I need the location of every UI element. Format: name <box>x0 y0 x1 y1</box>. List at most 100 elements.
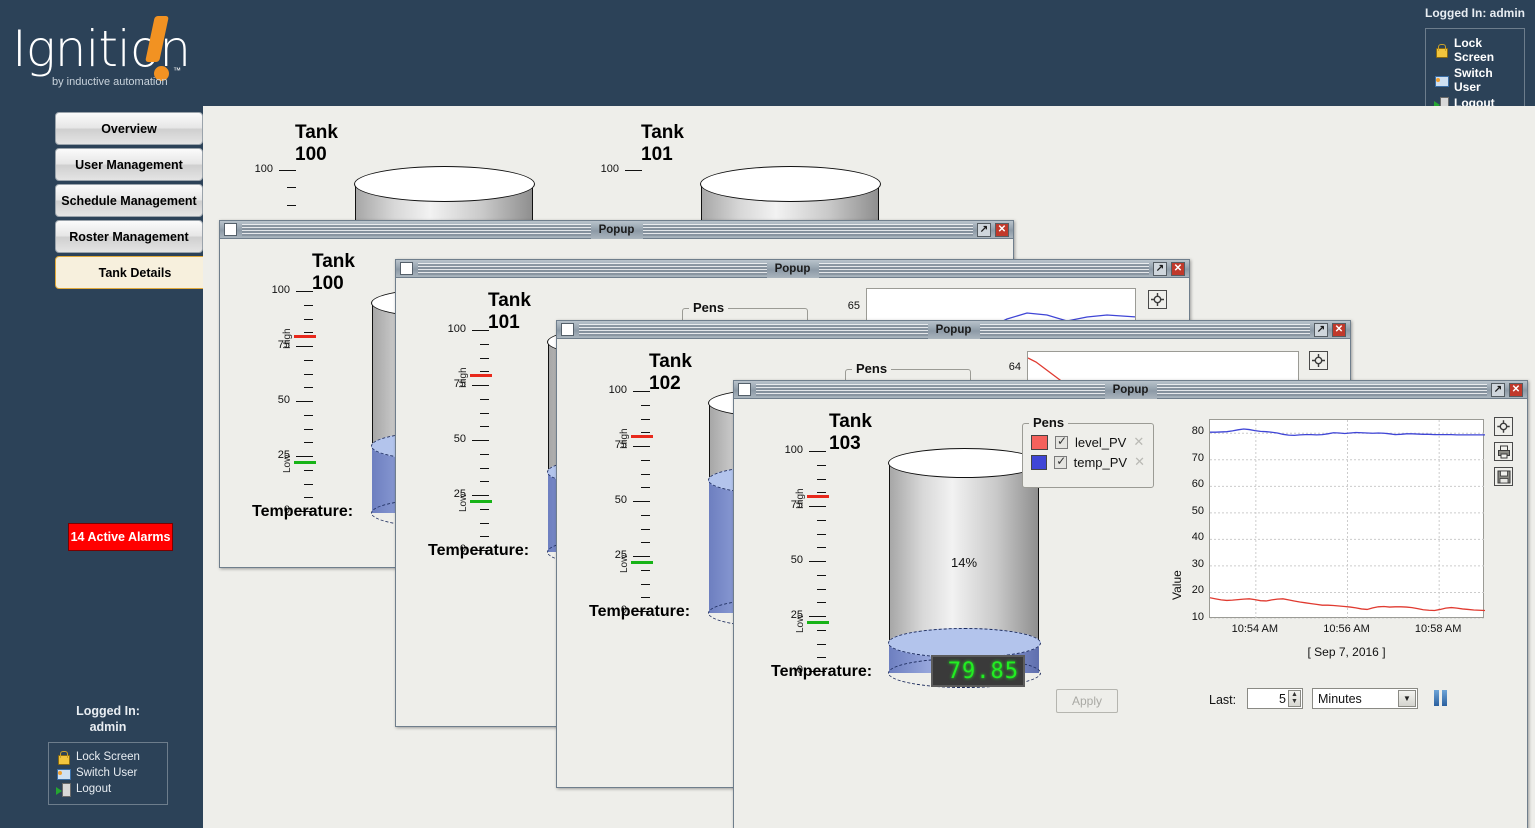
maximize-button[interactable]: ↗ <box>977 223 991 237</box>
chart-x-tick: 10:54 AM <box>1225 623 1285 635</box>
scale-low-band <box>631 561 653 564</box>
tank-title: Tank 100 <box>312 251 355 295</box>
last-value-text: 5 <box>1279 692 1286 706</box>
time-unit-value: Minutes <box>1318 692 1362 706</box>
tank-level-scale: 100 75 50 25 0 <box>601 391 691 631</box>
header-switch-user-label: Switch User <box>1454 66 1516 94</box>
active-alarms-badge[interactable]: 14 Active Alarms <box>68 523 173 551</box>
sidebar-item-user-management[interactable]: User Management <box>55 148 203 181</box>
chart-toolbar <box>1494 417 1513 492</box>
popup-title-bar[interactable]: Popup ↗ ✕ <box>220 221 1013 239</box>
scale-low-band <box>807 621 829 624</box>
tank-title: Tank 101 <box>641 122 684 166</box>
zoom-fit-icon[interactable] <box>1309 351 1328 370</box>
sidebar-item-tank-details[interactable]: Tank Details <box>55 256 215 289</box>
sidebar-logout-action[interactable]: Logout <box>56 782 160 796</box>
sidebar-login-panel: Logged In: admin Lock Screen Switch User… <box>48 703 168 805</box>
popup-title-bar[interactable]: Popup ↗ ✕ <box>734 381 1527 399</box>
pen-remove-icon[interactable]: ✕ <box>1133 434 1144 450</box>
pen-color-swatch <box>1031 455 1047 470</box>
trend-chart: Value 1020304050607080 10:54 AM10:56 AM1… <box>1164 415 1524 705</box>
pens-panel: Pens level_PV ✕ temp_PV ✕ <box>1022 423 1154 488</box>
scale-high-label: High <box>619 428 630 449</box>
popup-title: Popup <box>767 260 819 278</box>
popup-title-bar[interactable]: Popup ↗ ✕ <box>396 260 1189 278</box>
chart-y-tick: 70 <box>1174 452 1204 464</box>
zoom-fit-icon[interactable] <box>1148 290 1167 309</box>
pen-color-swatch <box>1031 435 1048 450</box>
sidebar-item-schedule-management[interactable]: Schedule Management <box>55 184 203 217</box>
lock-icon <box>56 750 70 764</box>
close-button[interactable]: ✕ <box>1171 262 1185 276</box>
maximize-button[interactable]: ↗ <box>1491 383 1505 397</box>
sidebar-item-overview[interactable]: Overview <box>55 112 203 145</box>
chart-plot-area[interactable] <box>1209 419 1484 618</box>
scale-low-band <box>294 461 316 464</box>
system-menu-icon[interactable] <box>400 262 413 275</box>
zoom-fit-icon[interactable] <box>1494 417 1513 436</box>
tank-level-percent: 14% <box>889 555 1039 570</box>
tank-title: Tank 101 <box>488 290 531 334</box>
chart-y-axis-label: 64 <box>1005 361 1021 373</box>
tank-level-scale: 100 75 50 25 0 <box>440 330 530 570</box>
sidebar-login-title-line2: admin <box>48 719 168 735</box>
chart-y-tick: 10 <box>1174 611 1204 623</box>
chart-y-tick: 60 <box>1174 478 1204 490</box>
scale-low-label: Low <box>282 455 293 473</box>
scale-low-label: Low <box>619 555 630 573</box>
chevron-down-icon[interactable]: ▼ <box>1398 690 1416 707</box>
maximize-button[interactable]: ↗ <box>1314 323 1328 337</box>
logo-tagline: by inductive automation <box>52 76 168 88</box>
save-icon[interactable] <box>1494 467 1513 486</box>
temperature-display: 79.85 <box>931 655 1025 687</box>
sidebar-session-actions: Lock Screen Switch User Logout <box>48 742 168 805</box>
popup-title-bar[interactable]: Popup ↗ ✕ <box>557 321 1350 339</box>
user-card-icon <box>56 766 70 780</box>
tank-cylinder: 14% <box>889 463 1039 673</box>
sidebar-login-title-line1: Logged In: <box>48 703 168 719</box>
stepper-arrows[interactable]: ▲▼ <box>1288 690 1301 707</box>
scale-low-band <box>470 500 492 503</box>
pen-name-label: temp_PV <box>1074 455 1127 470</box>
pen-checkbox-temp[interactable] <box>1054 456 1066 469</box>
popup-title: Popup <box>1105 381 1157 399</box>
popup-window-tank-103[interactable]: Popup ↗ ✕ Tank 103 100 75 50 25 <box>733 380 1528 828</box>
tank-details-page: Tank 100 100 75 50 25 0 <box>203 106 1535 828</box>
pen-row-temp[interactable]: temp_PV ✕ <box>1023 452 1153 472</box>
sidebar-lock-screen-action[interactable]: Lock Screen <box>56 750 160 764</box>
header-lock-screen-action[interactable]: Lock Screen <box>1434 36 1516 64</box>
system-menu-icon[interactable] <box>738 383 751 396</box>
temperature-label: Temperature: <box>589 603 690 621</box>
print-icon[interactable] <box>1494 442 1513 461</box>
chart-y-tick: 50 <box>1174 505 1204 517</box>
close-button[interactable]: ✕ <box>1509 383 1523 397</box>
scale-high-band <box>807 495 829 498</box>
header-switch-user-action[interactable]: Switch User <box>1434 66 1516 94</box>
header-bar <box>203 0 1535 106</box>
time-unit-select[interactable]: Minutes ▼ <box>1312 688 1418 709</box>
sidebar-logout-label: Logout <box>76 783 111 795</box>
system-menu-icon[interactable] <box>561 323 574 336</box>
sidebar-switch-user-label: Switch User <box>76 767 137 779</box>
pen-checkbox-level[interactable] <box>1055 436 1068 449</box>
chart-y-tick: 20 <box>1174 584 1204 596</box>
scale-tick-100: 100 <box>247 163 273 175</box>
chart-y-tick: 40 <box>1174 531 1204 543</box>
chart-date-footer: [ Sep 7, 2016 ] <box>1209 645 1484 659</box>
system-menu-icon[interactable] <box>224 223 237 236</box>
close-button[interactable]: ✕ <box>1332 323 1346 337</box>
sidebar-item-roster-management[interactable]: Roster Management <box>55 220 203 253</box>
maximize-button[interactable]: ↗ <box>1153 262 1167 276</box>
pen-remove-icon[interactable]: ✕ <box>1134 454 1145 470</box>
tank-title: Tank 103 <box>829 411 872 455</box>
apply-button[interactable]: Apply <box>1056 689 1118 713</box>
close-button[interactable]: ✕ <box>995 223 1009 237</box>
popup-title: Popup <box>928 321 980 339</box>
scale-low-label: Low <box>795 615 806 633</box>
pause-icon[interactable] <box>1434 690 1447 706</box>
sidebar-switch-user-action[interactable]: Switch User <box>56 766 160 780</box>
last-value-stepper[interactable]: 5 ▲▼ <box>1247 688 1303 709</box>
popup-title: Popup <box>591 221 643 239</box>
temperature-label: Temperature: <box>428 542 529 560</box>
pen-row-level[interactable]: level_PV ✕ <box>1023 432 1153 452</box>
